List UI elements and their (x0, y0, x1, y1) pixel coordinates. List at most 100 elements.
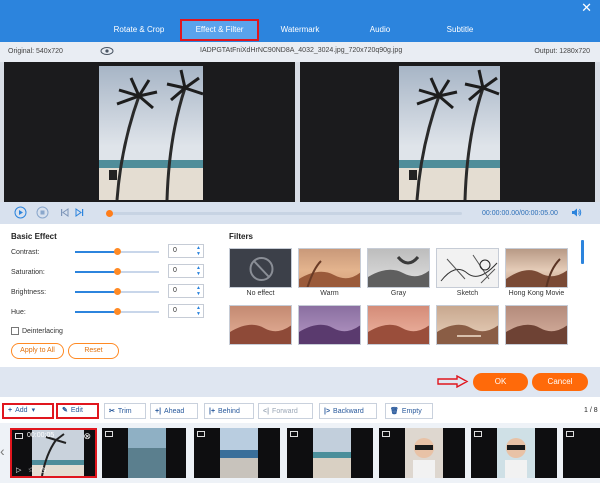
edit-button[interactable]: ✎ Edit (56, 403, 99, 419)
filter-item[interactable] (298, 305, 361, 345)
ok-button[interactable]: OK (473, 373, 528, 391)
trash-icon: 🗑 (390, 408, 399, 415)
previous-frame-icon[interactable] (58, 206, 71, 219)
filters-title: Filters (229, 232, 254, 241)
hue-label: Hue: (11, 309, 26, 316)
deinterlacing-label: Deinterlacing (22, 328, 63, 335)
tab-effect-filter[interactable]: Effect & Filter (180, 19, 259, 41)
basic-effect-title: Basic Effect (11, 232, 57, 241)
clip-item[interactable] (287, 428, 373, 478)
backward-button[interactable]: |> Backward (319, 403, 377, 419)
original-size: Original: 540x720 (8, 48, 63, 55)
filter-no-effect-label: No effect (246, 290, 275, 297)
remove-clip-icon[interactable]: ⊗ (83, 431, 91, 442)
action-bar: OK Cancel (0, 367, 600, 397)
tab-bar: ✕ Rotate & Crop Effect & Filter Watermar… (0, 0, 600, 42)
saturation-label: Saturation: (11, 269, 45, 276)
clip-item-selected[interactable]: 00:00:05 ⊗ ▷ ☆ ◷ (10, 428, 97, 478)
forward-icon: <| (263, 408, 270, 415)
filter-warm[interactable] (298, 248, 361, 288)
volume-icon[interactable] (571, 207, 582, 218)
clip-strip: ‹ 00:00:05 ⊗ ▷ ☆ ◷ (0, 423, 600, 483)
clip-item[interactable] (379, 428, 465, 478)
close-icon[interactable]: ✕ (581, 1, 592, 14)
filter-sketch[interactable] (436, 248, 499, 288)
filter-item[interactable] (229, 305, 292, 345)
contrast-stepper[interactable]: 0 ▲ ▼ (168, 244, 204, 258)
deinterlacing-checkbox[interactable] (11, 327, 19, 335)
image-icon (566, 431, 574, 437)
filter-hong-kong-movie[interactable] (505, 248, 568, 288)
filter-sketch-label: Sketch (456, 290, 479, 297)
progress-track[interactable] (108, 212, 462, 215)
original-preview (4, 62, 295, 202)
chevron-left-icon[interactable]: ‹ (0, 443, 7, 465)
clip-item[interactable] (194, 428, 280, 478)
image-icon (105, 431, 113, 437)
tab-rotate-crop[interactable]: Rotate & Crop (104, 19, 174, 41)
contrast-slider-handle[interactable] (113, 248, 121, 255)
scissors-icon: ✂ (109, 408, 115, 415)
clip-item[interactable] (563, 428, 600, 478)
reset-button[interactable]: Reset (68, 343, 119, 359)
chevron-down-icon: ▾ (31, 407, 36, 414)
tab-watermark[interactable]: Watermark (270, 19, 330, 41)
stop-icon[interactable] (36, 206, 49, 219)
play-icon[interactable] (14, 206, 27, 219)
clip-duration: 00:00:05 (27, 432, 55, 439)
output-photo (399, 66, 500, 200)
clip-toolbar: + Add ▾ ✎ Edit ✂ Trim +| Ahead |+ Behind <| For… (0, 401, 600, 421)
ahead-button[interactable]: +| Ahead (150, 403, 198, 419)
filter-warm-label: Warm (320, 290, 339, 297)
contrast-label: Contrast: (11, 249, 40, 256)
preview-area (0, 62, 600, 202)
tab-audio[interactable]: Audio (360, 19, 400, 41)
saturation-slider-handle[interactable] (113, 268, 121, 275)
original-photo (99, 66, 203, 200)
progress-handle[interactable] (106, 210, 113, 217)
tab-subtitle[interactable]: Subtitle (435, 19, 485, 41)
forward-button[interactable]: <| Forward (258, 403, 313, 419)
filter-hong-kong-movie-label: Hong Kong Movie (508, 290, 565, 297)
clip-item[interactable] (471, 428, 557, 478)
page-indicator: 1 / 8 (584, 407, 598, 414)
hue-stepper[interactable]: 0 ▲ ▼ (168, 304, 204, 318)
image-icon (382, 431, 390, 437)
file-name: IADPGTAtFniXdHrNC90ND8A_4032_3024.jpg_72… (200, 47, 403, 54)
eye-icon[interactable] (100, 45, 114, 57)
output-size: Output: 1280x720 (534, 48, 590, 55)
hue-slider-handle[interactable] (113, 308, 121, 315)
effect-star-icon[interactable]: ☆ (28, 466, 34, 474)
behind-button[interactable]: |+ Behind (204, 403, 254, 419)
cancel-button[interactable]: Cancel (532, 373, 588, 391)
plus-icon: + (8, 407, 13, 414)
effect-panel: Basic Effect Contrast: 0 ▲ ▼ Saturation: 0… (0, 224, 600, 367)
clock-icon: ◷ (40, 467, 47, 474)
output-preview (300, 62, 595, 202)
brightness-stepper[interactable]: 0 ▲ ▼ (168, 284, 204, 298)
arrow-right-icon (437, 375, 469, 388)
filter-item[interactable] (505, 305, 568, 345)
edit-icon: ✎ (62, 407, 68, 414)
info-bar: Original: 540x720 IADPGTAtFniXdHrNC90ND8… (0, 42, 600, 62)
trim-button[interactable]: ✂ Trim (104, 403, 146, 419)
saturation-stepper[interactable]: 0 ▲ ▼ (168, 264, 204, 278)
next-frame-icon[interactable] (73, 206, 86, 219)
apply-to-all-button[interactable]: Apply to All (11, 343, 64, 359)
filter-item[interactable] (436, 305, 499, 345)
empty-button[interactable]: 🗑 Empty (385, 403, 433, 419)
play-clip-icon[interactable]: ▷ (16, 466, 21, 474)
brightness-label: Brightness: (11, 289, 47, 296)
filters-scrollbar[interactable] (581, 240, 584, 264)
brightness-slider-handle[interactable] (113, 288, 121, 295)
filter-item[interactable] (367, 305, 430, 345)
image-icon (290, 431, 298, 437)
image-icon (15, 433, 23, 439)
add-button[interactable]: + Add ▾ (2, 403, 54, 419)
filter-gray-label: Gray (390, 290, 407, 297)
filter-no-effect[interactable] (229, 248, 292, 288)
filter-gray[interactable] (367, 248, 430, 288)
clip-item[interactable] (102, 428, 186, 478)
player-controls: 00:00:00.00/00:00:05.00 (0, 202, 600, 224)
backward-icon: |> (324, 408, 331, 415)
